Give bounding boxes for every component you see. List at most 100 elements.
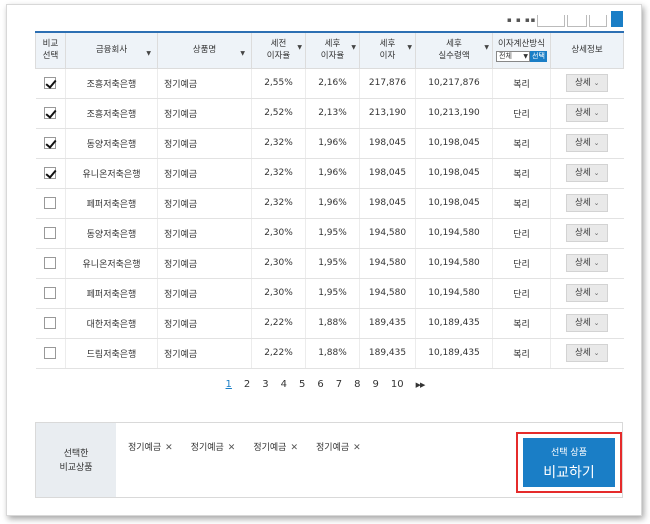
compare-checkbox[interactable] <box>44 197 57 209</box>
next-page-icon[interactable]: ▶▶ <box>416 381 426 389</box>
posttax-rate: 1,96% <box>305 158 360 189</box>
compare-checkbox[interactable] <box>44 257 57 269</box>
detail-cell: 상세 ⌄ <box>550 98 624 129</box>
compare-checkbox-cell <box>35 248 66 279</box>
posttax-payout: 10,189,435 <box>415 338 493 369</box>
calc-method-select[interactable]: 전체 ▼ <box>496 51 531 63</box>
sort-down-icon: ▼ <box>240 50 245 57</box>
selected-product-name: 정기예금 <box>190 443 224 453</box>
compare-checkbox-cell <box>35 128 66 159</box>
posttax-rate: 1,88% <box>305 308 360 339</box>
table-row: 동양저축은행 정기예금 2,30% 1,95% 194,580 10,194,580 단리 상… <box>35 218 624 249</box>
page-link[interactable]: 3 <box>262 379 268 390</box>
toolbar-select[interactable] <box>537 15 565 27</box>
col-company[interactable]: 금융회사 ▼ <box>65 31 158 69</box>
remove-icon[interactable]: ✕ <box>228 443 236 453</box>
chevron-down-icon: ⌄ <box>593 229 600 237</box>
page-link[interactable]: 5 <box>299 379 305 390</box>
toolbar-fragment: ▪ ▪ ▪▪ <box>507 16 537 24</box>
bank-name: 페퍼저축은행 <box>65 188 158 219</box>
page-link[interactable]: 1 <box>226 379 232 390</box>
posttax-rate: 1,88% <box>305 338 360 369</box>
pretax-rate: 2,22% <box>251 308 306 339</box>
remove-icon[interactable]: ✕ <box>353 443 361 453</box>
compare-checkbox[interactable] <box>44 227 57 239</box>
compare-checkbox[interactable] <box>44 317 57 329</box>
toolbar-input[interactable] <box>567 15 587 27</box>
pretax-rate: 2,32% <box>251 188 306 219</box>
calc-method: 복리 <box>492 338 551 369</box>
bank-name: 조흥저축은행 <box>65 68 158 99</box>
page-link[interactable]: 9 <box>373 379 379 390</box>
col-calc-method: 이자계산방식 전체 ▼ 선택 <box>492 31 551 69</box>
posttax-rate: 1,95% <box>305 218 360 249</box>
screenshot-frame: ▪ ▪ ▪▪ 비교 선택 금융회사 ▼ 상품명 ▼ 세전 이자율 ▼ 세후 이자율 ▼ … <box>6 4 642 516</box>
compare-checkbox[interactable] <box>44 287 57 299</box>
compare-checkbox-cell <box>35 68 66 99</box>
detail-cell: 상세 ⌄ <box>550 128 624 159</box>
pretax-rate: 2,30% <box>251 218 306 249</box>
compare-checkbox[interactable] <box>44 167 57 179</box>
col-posttax-payout[interactable]: 세후 실수령액 ▼ <box>415 31 493 69</box>
compare-checkbox-cell <box>35 188 66 219</box>
col-product[interactable]: 상품명 ▼ <box>157 31 252 69</box>
page-link[interactable]: 8 <box>354 379 360 390</box>
compare-checkbox-cell <box>35 158 66 189</box>
chevron-down-icon: ⌄ <box>593 289 600 297</box>
posttax-rate: 1,96% <box>305 188 360 219</box>
toolbar-input[interactable] <box>589 15 607 27</box>
remove-icon[interactable]: ✕ <box>165 443 173 453</box>
compare-checkbox-cell <box>35 98 66 129</box>
table-row: 조흥저축은행 정기예금 2,52% 2,13% 213,190 10,213,190 단리 상… <box>35 98 624 129</box>
detail-button[interactable]: 상세 ⌄ <box>566 224 609 242</box>
page-link[interactable]: 10 <box>391 379 404 390</box>
posttax-payout: 10,198,045 <box>415 188 493 219</box>
page-link[interactable]: 6 <box>317 379 323 390</box>
detail-button[interactable]: 상세 ⌄ <box>566 74 609 92</box>
compare-checkbox[interactable] <box>44 137 57 149</box>
calc-method: 복리 <box>492 68 551 99</box>
detail-button[interactable]: 상세 ⌄ <box>566 344 609 362</box>
sort-down-icon: ▼ <box>146 50 151 57</box>
bank-name: 유니온저축은행 <box>65 248 158 279</box>
detail-button[interactable]: 상세 ⌄ <box>566 284 609 302</box>
detail-button[interactable]: 상세 ⌄ <box>566 314 609 332</box>
posttax-rate: 1,95% <box>305 248 360 279</box>
calc-method-select-button[interactable]: 선택 <box>530 51 547 63</box>
remove-icon[interactable]: ✕ <box>290 443 298 453</box>
top-toolbar-fragment: ▪ ▪ ▪▪ <box>7 5 641 29</box>
col-pretax-rate[interactable]: 세전 이자율 ▼ <box>251 31 306 69</box>
col-detail-info: 상세정보 <box>550 31 624 69</box>
posttax-rate: 2,16% <box>305 68 360 99</box>
toolbar-button[interactable] <box>611 11 623 27</box>
compare-checkbox[interactable] <box>44 107 57 119</box>
compare-checkbox-cell <box>35 278 66 309</box>
selected-product-chip: 정기예금 ✕ <box>316 440 361 453</box>
page-link[interactable]: 7 <box>336 379 342 390</box>
product-name: 정기예금 <box>157 248 252 279</box>
detail-button[interactable]: 상세 ⌄ <box>566 194 609 212</box>
pretax-rate: 2,30% <box>251 278 306 309</box>
detail-button[interactable]: 상세 ⌄ <box>566 164 609 182</box>
selected-product-name: 정기예금 <box>253 443 287 453</box>
calc-method: 단리 <box>492 98 551 129</box>
product-name: 정기예금 <box>157 308 252 339</box>
col-posttax-interest[interactable]: 세후 이자 ▼ <box>359 31 416 69</box>
detail-button[interactable]: 상세 ⌄ <box>566 104 609 122</box>
detail-button[interactable]: 상세 ⌄ <box>566 134 609 152</box>
compare-checkbox[interactable] <box>44 347 57 359</box>
compare-selected-button[interactable]: 선택 상품 비교하기 <box>523 438 615 487</box>
detail-cell: 상세 ⌄ <box>550 188 624 219</box>
calc-method: 복리 <box>492 128 551 159</box>
page-link[interactable]: 2 <box>244 379 250 390</box>
page-link[interactable]: 4 <box>281 379 287 390</box>
detail-button[interactable]: 상세 ⌄ <box>566 254 609 272</box>
posttax-payout: 10,194,580 <box>415 278 493 309</box>
detail-cell: 상세 ⌄ <box>550 338 624 369</box>
col-posttax-rate[interactable]: 세후 이자율 ▼ <box>305 31 360 69</box>
compare-checkbox[interactable] <box>44 77 57 89</box>
calc-method: 복리 <box>492 158 551 189</box>
pretax-rate: 2,30% <box>251 248 306 279</box>
calc-method: 복리 <box>492 308 551 339</box>
posttax-interest: 213,190 <box>359 98 416 129</box>
